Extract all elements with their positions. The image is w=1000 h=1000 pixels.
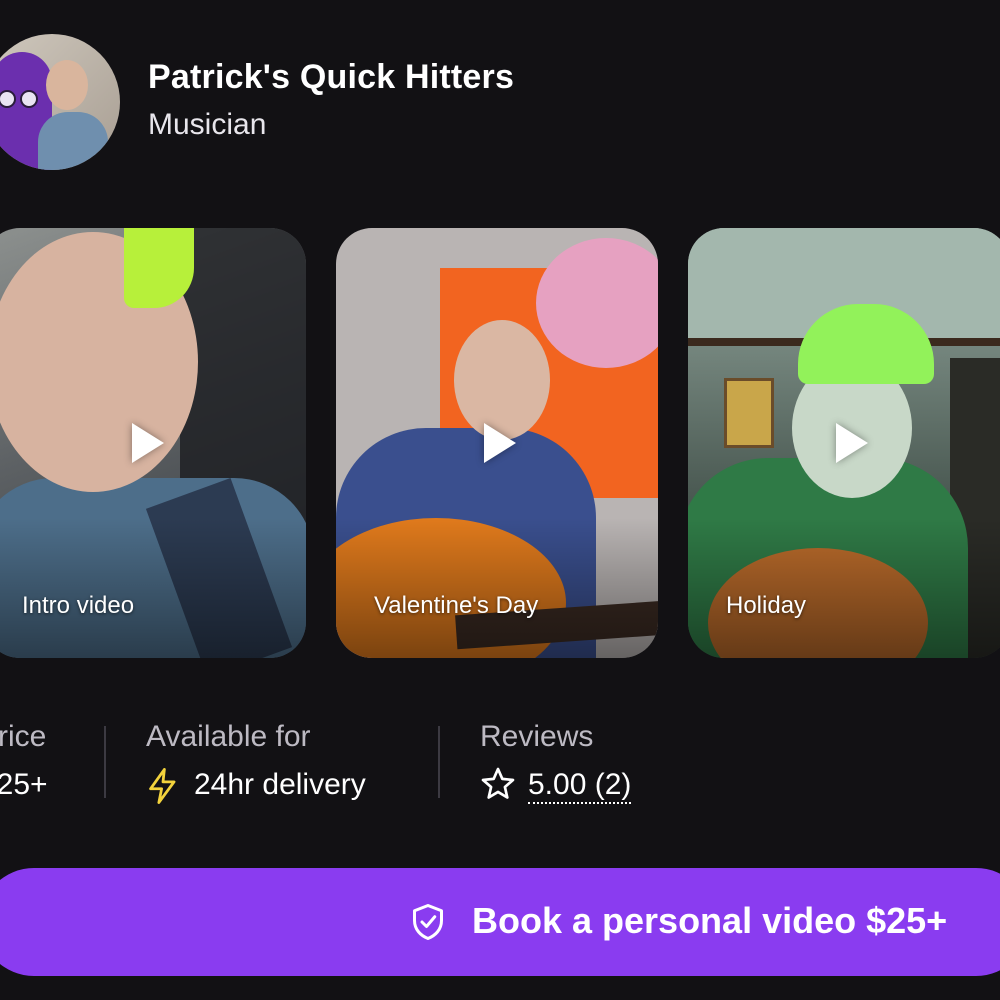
star-icon <box>481 767 515 799</box>
price-value: $25+ <box>0 768 48 801</box>
profile-category: Musician <box>148 108 267 141</box>
video-carousel: Intro video Valentine's Day Holiday <box>0 228 1000 658</box>
video-label: Holiday <box>726 592 807 619</box>
lightning-bolt-icon <box>149 768 176 804</box>
video-label: Intro video <box>22 592 135 619</box>
avatar-eye-right <box>20 90 38 108</box>
profile-header: Patrick's Quick Hitters Musician <box>0 0 1000 200</box>
video-card-valentines-day[interactable]: Valentine's Day <box>336 228 658 658</box>
play-icon[interactable] <box>132 423 164 463</box>
video-card-holiday[interactable]: Holiday <box>688 228 1000 658</box>
avatar-shirt <box>38 112 108 170</box>
avatar[interactable] <box>0 34 120 170</box>
video-card-intro[interactable]: Intro video <box>0 228 306 658</box>
availability-label: Available for <box>146 720 311 753</box>
avatar-face <box>46 60 88 110</box>
availability-value: 24hr delivery <box>194 768 366 801</box>
divider <box>438 726 440 798</box>
stats-row: Price $25+ Available for 24hr delivery R… <box>0 720 1000 810</box>
reviews-rating-link[interactable]: 5.00 (2) <box>528 768 632 804</box>
shield-check-icon <box>413 904 443 940</box>
divider <box>104 726 106 798</box>
play-icon[interactable] <box>484 423 516 463</box>
book-personal-video-button[interactable]: Book a personal video $25+ <box>0 868 1000 976</box>
play-icon[interactable] <box>836 423 868 463</box>
reviews-label: Reviews <box>480 720 594 753</box>
profile-name: Patrick's Quick Hitters <box>148 58 515 96</box>
book-button-label: Book a personal video $25+ <box>472 900 948 941</box>
price-label: Price <box>0 720 47 753</box>
video-label: Valentine's Day <box>374 592 539 619</box>
